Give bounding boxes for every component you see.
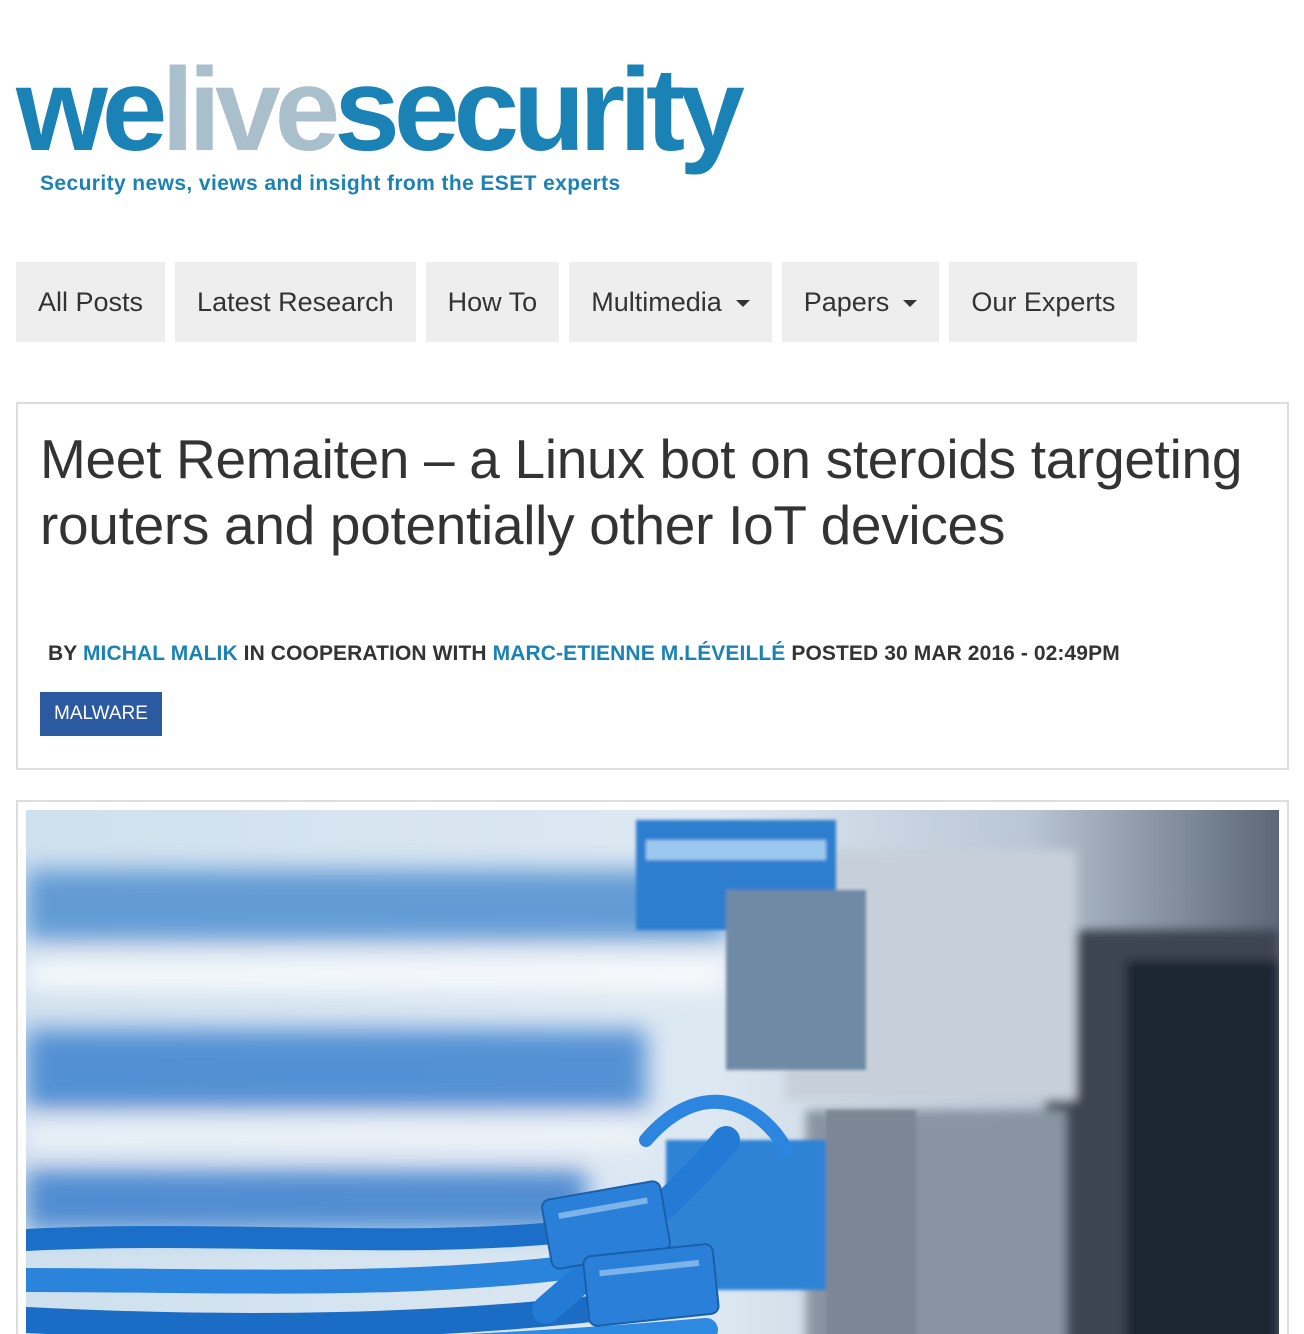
site-tagline: Security news, views and insight from th… [40,172,621,195]
nav-item-our-experts[interactable]: Our Experts [949,262,1138,342]
hero-image [26,810,1279,1334]
author-link-marc-etienne[interactable]: MARC-ETIENNE M.LÉVEILLÉ [493,642,786,665]
site-logo[interactable]: welivesecurity Security news, views and … [16,40,976,200]
nav-item-multimedia[interactable]: Multimedia [569,262,772,342]
logo-security: security [334,44,745,176]
caret-down-icon [903,299,918,307]
nav-item-latest-research[interactable]: Latest Research [175,262,416,342]
logo-we: we [16,44,167,176]
byline-cooperation: IN COOPERATION WITH [243,642,487,665]
nav-item-papers[interactable]: Papers [781,262,940,342]
category-tag-malware[interactable]: MALWARE [40,692,162,736]
nav-item-label: Papers [803,286,890,317]
article-header: Meet Remaiten – a Linux bot on steroids … [16,402,1289,770]
byline-by: BY [48,642,77,665]
network-cables-illustration [26,810,1279,1334]
logo-wordmark: welivesecurity [16,40,745,180]
article-byline: BY MICHAL MALIK IN COOPERATION WITH MARC… [48,642,1120,666]
article-image-frame [16,800,1289,1334]
logo-live: live [161,44,340,176]
nav-item-all-posts[interactable]: All Posts [16,262,166,342]
nav-item-label: All Posts [38,286,144,317]
article-title: Meet Remaiten – a Linux bot on steroids … [40,428,1243,556]
byline-posted-date: POSTED 30 MAR 2016 - 02:49PM [791,642,1120,665]
main-nav: All Posts Latest Research How To Multime… [16,262,1138,342]
author-link-michal-malik[interactable]: MICHAL MALIK [83,642,238,665]
nav-item-label: How To [447,286,538,317]
nav-item-label: Our Experts [971,286,1116,317]
nav-item-label: Latest Research [197,286,394,317]
caret-down-icon [735,299,750,307]
nav-item-how-to[interactable]: How To [425,262,560,342]
nav-item-label: Multimedia [591,286,722,317]
